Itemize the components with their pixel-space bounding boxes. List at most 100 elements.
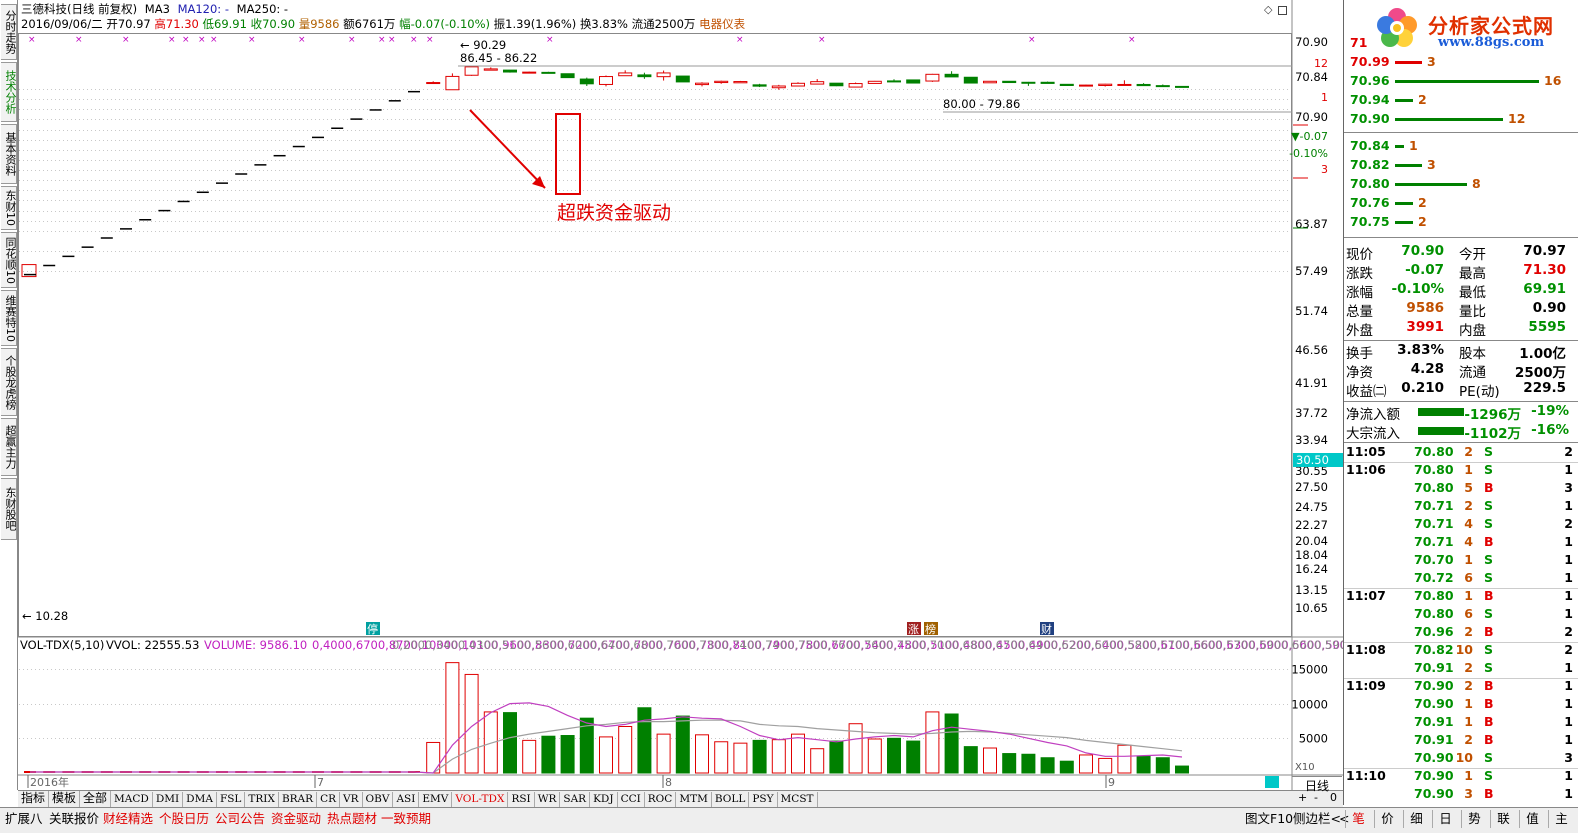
zoom-in-button[interactable]: +	[1298, 791, 1307, 804]
period-label[interactable]: 日线	[1292, 776, 1342, 793]
quote-shouyi-label: 收益㈡	[1346, 384, 1387, 400]
indicator-tab-kdj[interactable]: KDJ	[590, 792, 618, 808]
left-tab-2[interactable]: 基本资料	[1, 124, 17, 184]
func-tab-7[interactable]: 一致预期	[378, 810, 434, 828]
indicator-tab-boll[interactable]: BOLL	[712, 792, 750, 808]
callout-arrow-line	[469, 109, 546, 189]
volume-bar	[733, 742, 748, 774]
indicator-tab-emv[interactable]: EMV	[419, 792, 453, 808]
indicator-tab-cr[interactable]: CR	[317, 792, 341, 808]
indicator-tab-mcst[interactable]: MCST	[778, 792, 818, 808]
x-axis-label: 9	[1108, 776, 1115, 789]
func-right-0[interactable]: 图文F10	[1242, 810, 1296, 828]
right-tab-5[interactable]: 联	[1490, 810, 1516, 828]
trade-price: 70.71	[1414, 534, 1454, 549]
book-volume: 2	[1418, 214, 1427, 229]
flower-logo-icon	[1377, 8, 1417, 47]
func-tab-4[interactable]: 公司公告	[212, 810, 268, 828]
trade-side: S	[1484, 552, 1494, 567]
indicator-tab-指标[interactable]: 指标	[18, 791, 50, 807]
event-marker: 财	[1041, 622, 1052, 636]
chart-area[interactable]: 三德科技(日线 前复权) MA3 MA120: - MA250: - 2016/…	[18, 0, 1343, 790]
indicator-tab-dmi[interactable]: DMI	[153, 792, 184, 808]
right-tab-3[interactable]: 日	[1432, 810, 1458, 828]
trade-volume: 2	[1464, 678, 1473, 693]
book-row[interactable]: 70.75 2	[1350, 214, 1575, 232]
trade-volume: 6	[1464, 606, 1473, 621]
indicator-tab-roc[interactable]: ROC	[645, 792, 677, 808]
trade-price: 70.82	[1414, 642, 1454, 657]
right-tab-0[interactable]: 笔	[1345, 810, 1371, 828]
book-row[interactable]: 70.80 8	[1350, 176, 1575, 194]
indicator-tab-模板[interactable]: 模板	[49, 791, 81, 807]
purple-marker: ×	[736, 35, 744, 45]
indicator-tab-dma[interactable]: DMA	[183, 792, 217, 808]
func-tab-3[interactable]: 个股日历	[156, 810, 212, 828]
indicator-tab-fsl[interactable]: FSL	[217, 792, 246, 808]
left-tab-6[interactable]: 个股龙虎榜	[1, 348, 17, 416]
indicator-tab-brar[interactable]: BRAR	[279, 792, 318, 808]
trade-row: 70.96 2 B 2	[1344, 624, 1578, 642]
book-row[interactable]: 70.99 3	[1350, 54, 1575, 72]
indicator-tab-全部[interactable]: 全部	[80, 791, 112, 807]
indicator-tab-obv[interactable]: OBV	[363, 792, 394, 808]
candle-body	[1098, 83, 1113, 86]
book-row[interactable]: 70.90 12	[1350, 111, 1575, 129]
func-tab-2[interactable]: 财经精选	[100, 810, 156, 828]
zoom-out-button[interactable]: -	[1314, 791, 1318, 804]
func-tab-1[interactable]: 关联报价	[46, 810, 102, 828]
func-tab-0[interactable]: 扩展八	[2, 810, 46, 828]
right-tab-1[interactable]: 价	[1374, 810, 1400, 828]
func-tab-5[interactable]: 资金驱动	[268, 810, 324, 828]
candle-body	[464, 66, 479, 76]
book-row[interactable]: 70.82 3	[1350, 157, 1575, 175]
trade-side: S	[1484, 498, 1494, 513]
trade-volume: 4	[1464, 516, 1473, 531]
indicator-tab-rsi[interactable]: RSI	[508, 792, 535, 808]
indicator-tab-vr[interactable]: VR	[340, 792, 363, 808]
left-tab-8[interactable]: 东财股吧	[1, 478, 17, 540]
right-tab-4[interactable]: 势	[1461, 810, 1487, 828]
left-tab-1[interactable]: 技术分析	[1, 62, 17, 122]
left-tab-4[interactable]: 同花顺10	[1, 232, 17, 288]
trade-volume: 1	[1464, 714, 1473, 729]
zoom-reset-button[interactable]: 0	[1330, 791, 1337, 804]
right-tab-7[interactable]: 主	[1548, 810, 1574, 828]
left-tab-7[interactable]: 超赢主力	[1, 418, 17, 476]
left-tab-0[interactable]: 分时走势	[1, 4, 17, 60]
candle-body	[503, 69, 517, 73]
stock-terminal: 分时走势 技术分析 基本资料 东财10 同花顺10 维赛特10 个股龙虎榜 超赢主力 东财股吧 …	[0, 0, 1578, 833]
trade-price: 70.80	[1414, 606, 1454, 621]
left-tab-5[interactable]: 维赛特10	[1, 290, 17, 346]
indicator-tab-sar[interactable]: SAR	[560, 792, 591, 808]
func-tab-6[interactable]: 热点题材	[324, 810, 380, 828]
indicator-tab-asi[interactable]: ASI	[393, 792, 420, 808]
trade-price: 70.90	[1414, 768, 1454, 783]
indicator-tab-macd[interactable]: MACD	[111, 792, 153, 808]
zoom-controls: + - 0	[1292, 791, 1342, 807]
right-tab-2[interactable]: 细	[1403, 810, 1429, 828]
trade-price: 70.90	[1414, 696, 1454, 711]
book-price: 70.76	[1350, 195, 1390, 210]
book-row[interactable]: 70.84 1	[1350, 138, 1575, 156]
book-price: 70.75	[1350, 214, 1390, 229]
restore-icon[interactable]: ◇	[1264, 3, 1272, 16]
indicator-tab-vol-tdx[interactable]: VOL-TDX	[452, 792, 509, 808]
maximize-icon[interactable]	[1277, 5, 1287, 15]
indicator-tab-psy[interactable]: PSY	[749, 792, 778, 808]
price-chart[interactable]: 70.90 70.84 70.90 63.87 57.49 51.74 46.56 41.91…	[18, 0, 1343, 790]
indicator-tab-wr[interactable]: WR	[535, 792, 561, 808]
candle-body	[771, 85, 786, 89]
y-axis-label: 57.49	[1295, 264, 1328, 278]
book-row[interactable]: 70.96 16	[1350, 73, 1575, 91]
left-tab-3[interactable]: 东财10	[1, 186, 17, 230]
indicator-tab-trix[interactable]: TRIX	[245, 792, 279, 808]
book-row[interactable]: 70.76 2	[1350, 195, 1575, 213]
right-tab-6[interactable]: 值	[1519, 810, 1545, 828]
quote-xianjia-label: 现价	[1346, 247, 1373, 263]
indicator-tab-mtm[interactable]: MTM	[676, 792, 712, 808]
indicator-tab-cci[interactable]: CCI	[618, 792, 645, 808]
trade-side: B	[1484, 588, 1494, 603]
book-row[interactable]: 70.94 2	[1350, 92, 1575, 110]
book-price: 70.96	[1350, 73, 1390, 88]
